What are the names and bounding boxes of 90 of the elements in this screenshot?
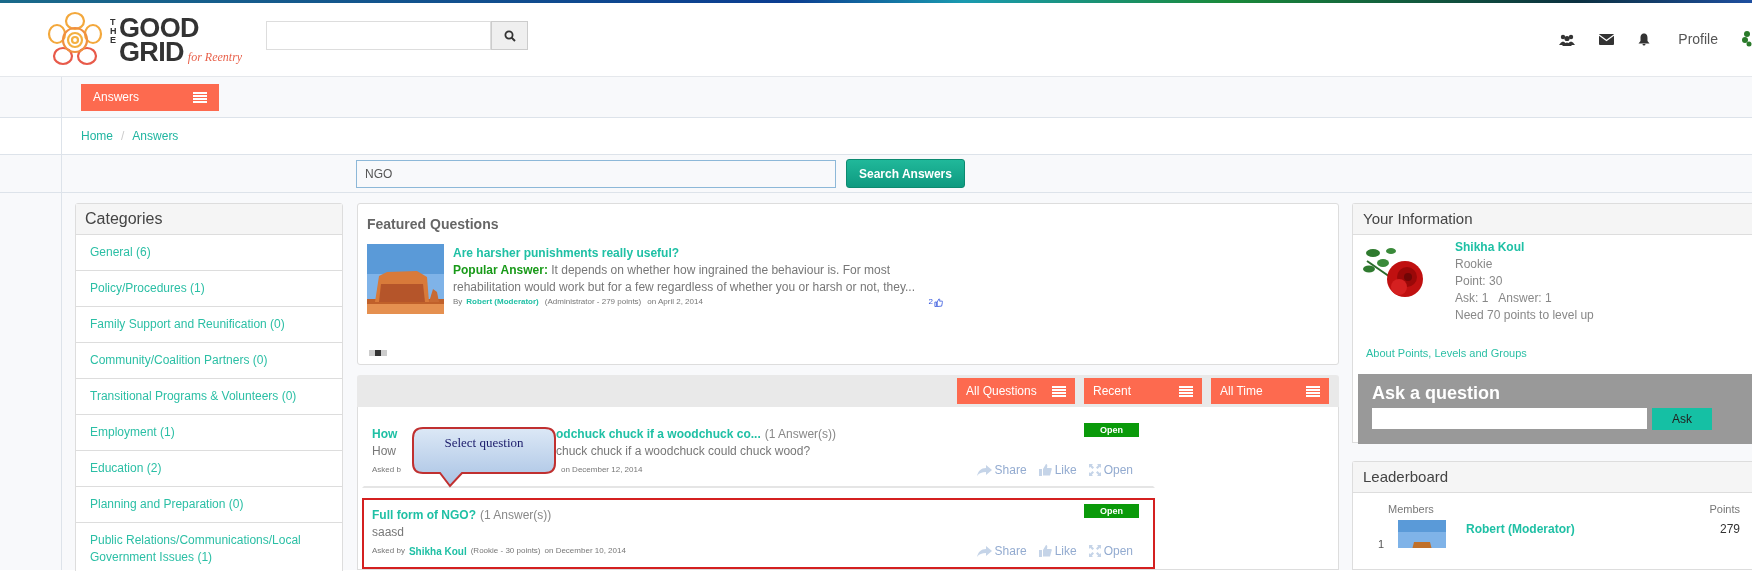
- user-stat: Answer: 1: [1498, 290, 1552, 307]
- user-stat: Ask: 1: [1455, 290, 1489, 307]
- thumbs-up-icon[interactable]: [934, 297, 943, 307]
- author-link[interactable]: Robert (Moderator): [466, 296, 539, 308]
- logo-text: THE: [110, 17, 118, 47]
- category-link[interactable]: Transitional Programs & Volunteers (0): [90, 388, 297, 405]
- member-link[interactable]: Robert (Moderator): [1466, 519, 1575, 538]
- action-link[interactable]: Share: [976, 461, 1027, 479]
- column-header: Points: [1709, 502, 1740, 517]
- category-link[interactable]: Planning and Preparation (0): [90, 496, 244, 513]
- profile-link[interactable]: Profile: [1678, 29, 1718, 50]
- thumbs-up-icon: [1038, 545, 1052, 557]
- user-name-link[interactable]: Shikha Koul: [1455, 239, 1594, 256]
- ask-field[interactable]: [1372, 407, 1647, 429]
- filter-dropdown[interactable]: Recent: [1084, 378, 1202, 405]
- user-stat: Point: 30: [1455, 273, 1504, 290]
- user-stat: Need 70 points to level up: [1455, 307, 1594, 324]
- logo-tagline: for Reentry: [187, 49, 243, 64]
- action-link[interactable]: Like: [1038, 461, 1077, 479]
- question-link[interactable]: How: [372, 427, 398, 441]
- thumbs-up-icon: [1038, 464, 1052, 476]
- by-text: By: [453, 296, 463, 308]
- search-field[interactable]: [266, 21, 491, 50]
- panel-title: Leaderboard: [1363, 466, 1449, 487]
- panel-title: Your Information: [1363, 208, 1473, 229]
- category-link[interactable]: Family Support and Reunification (0): [90, 316, 285, 333]
- search-icon: [503, 29, 516, 42]
- like-count: 2: [928, 296, 933, 308]
- logo-text: GOOD: [119, 15, 200, 40]
- action-link[interactable]: Open: [1088, 542, 1133, 560]
- expand-icon: [1088, 464, 1101, 476]
- menu-lines-icon: [1306, 385, 1320, 397]
- question-link[interactable]: odchuck chuck if a woodchuck co...: [556, 426, 761, 443]
- answer-count: (1 Answer(s)): [764, 426, 837, 443]
- group-icon[interactable]: [1559, 33, 1576, 46]
- category-link[interactable]: Employment (1): [90, 424, 175, 441]
- action-link[interactable]: Open: [1088, 461, 1133, 479]
- category-link[interactable]: General (6): [90, 244, 151, 261]
- action-link[interactable]: Like: [1038, 542, 1077, 560]
- author-info: (Rookie - 30 points): [470, 545, 541, 557]
- share-icon: [976, 545, 992, 557]
- question-text: chuck chuck if a woodchuck could chuck wood?: [556, 443, 811, 459]
- answer-search-field[interactable]: NGO: [356, 159, 836, 188]
- answer-count: (1 Answer(s)): [480, 507, 552, 524]
- breadcrumb-link[interactable]: Home: [81, 127, 113, 145]
- breadcrumb-separator: /: [121, 128, 125, 145]
- answers-menu-button[interactable]: Answers: [81, 83, 219, 111]
- action-link[interactable]: Share: [976, 542, 1027, 560]
- question-text: saasd: [372, 524, 406, 540]
- logo-text: GRID: [119, 39, 184, 64]
- callout-tooltip: Select question: [412, 427, 556, 488]
- rank-number: 1: [1378, 536, 1386, 548]
- date-text: on December 12, 2014: [561, 464, 643, 476]
- date-text: on April 2, 2014: [647, 296, 703, 308]
- popular-answer-text: Popular Answer: It depends on whether how ingrained the behaviour is. For most rehabilitation would work but for a few regardless of whether you or harsh or not, they...: [453, 262, 917, 296]
- user-stat: Rookie: [1455, 256, 1494, 273]
- question-text: How: [372, 444, 396, 458]
- question-row[interactable]: Full form of NGO? (1 Answer(s)) Open saasd Asked by Shikha Koul (Rookie - 30 points) on December 10, 2014 Share Like Open: [362, 498, 1155, 569]
- member-points: 279: [1719, 520, 1740, 538]
- asked-by-text: Asked by: [372, 545, 405, 557]
- points-info-link[interactable]: About Points, Levels and Groups: [1366, 345, 1752, 362]
- status-badge: Open: [1084, 504, 1139, 518]
- asked-by-text: Asked b: [372, 465, 401, 474]
- question-link[interactable]: Are harsher punishments really useful?: [453, 244, 943, 262]
- expand-icon: [1088, 545, 1101, 557]
- breadcrumb-link[interactable]: Answers: [132, 127, 179, 145]
- mail-icon[interactable]: [1599, 34, 1615, 45]
- filter-dropdown[interactable]: All Questions: [957, 378, 1075, 405]
- search-button[interactable]: [491, 21, 528, 50]
- question-link[interactable]: Full form of NGO?: [372, 507, 476, 524]
- panel-title: Featured Questions: [367, 215, 500, 234]
- bell-icon[interactable]: [1638, 33, 1651, 46]
- author-info: (Administrator - 279 points): [544, 296, 642, 308]
- category-link[interactable]: Community/Coalition Partners (0): [90, 352, 268, 369]
- author-link[interactable]: Shikha Koul: [408, 543, 467, 559]
- ask-title: Ask a question: [1372, 381, 1502, 405]
- status-badge: Open: [1084, 423, 1139, 437]
- search-answers-button[interactable]: Search Answers: [846, 159, 965, 188]
- filter-dropdown[interactable]: All Time: [1211, 378, 1329, 405]
- category-link[interactable]: Education (2): [90, 460, 162, 477]
- menu-lines-icon: [1179, 385, 1193, 397]
- column-header: Members: [1388, 502, 1434, 517]
- share-icon: [976, 464, 992, 476]
- panel-title: Categories: [85, 209, 163, 229]
- category-link[interactable]: Policy/Procedures (1): [90, 280, 205, 297]
- ask-button[interactable]: Ask: [1652, 407, 1712, 430]
- date-text: on December 10, 2014: [544, 545, 626, 557]
- menu-lines-icon: [193, 91, 207, 103]
- menu-lines-icon: [1052, 385, 1066, 397]
- category-link[interactable]: Public Relations/Communications/Local Government Issues (1): [90, 532, 328, 566]
